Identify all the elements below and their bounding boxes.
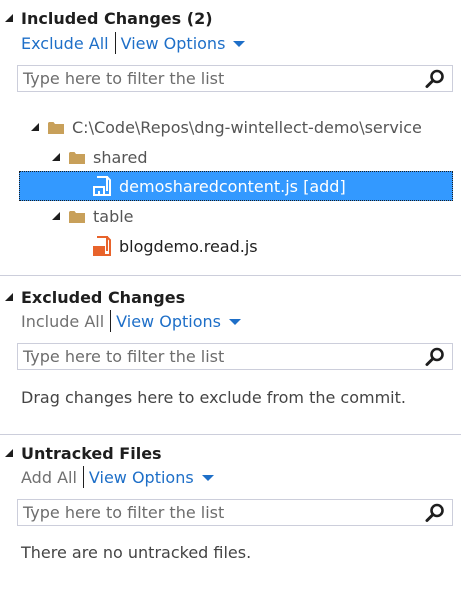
folder-icon: [69, 151, 85, 164]
chevron-down-icon: [228, 319, 241, 325]
filter-placeholder: Type here to filter the list: [23, 69, 225, 88]
view-options-label: View Options: [88, 467, 194, 487]
included-changes-title: Included Changes (2): [21, 8, 213, 28]
chevron-down-icon: [233, 41, 246, 47]
expanded-triangle-icon[interactable]: [52, 153, 60, 161]
excluded-empty-message: Drag changes here to exclude from the co…: [21, 388, 406, 407]
untracked-files-title: Untracked Files: [21, 443, 162, 463]
excluded-changes-title: Excluded Changes: [21, 287, 186, 307]
expanded-triangle-icon[interactable]: [52, 212, 60, 220]
view-options-link[interactable]: View Options: [89, 468, 214, 487]
excluded-actions: Include All View Options: [21, 309, 241, 333]
search-icon[interactable]: [424, 346, 446, 368]
javascript-file-icon: [93, 176, 111, 196]
action-separator: [82, 466, 84, 488]
expanded-triangle-icon[interactable]: [5, 293, 13, 301]
tree-file-label: blogdemo.read.js: [119, 236, 258, 256]
untracked-actions: Add All View Options: [21, 465, 214, 489]
include-all-link[interactable]: Include All: [21, 312, 104, 331]
tree-file-label: demosharedcontent.js [add]: [119, 176, 346, 196]
untracked-filter-input[interactable]: Type here to filter the list: [17, 499, 453, 526]
tree-node-folder-table[interactable]: table: [52, 201, 134, 231]
exclude-all-link[interactable]: Exclude All: [21, 34, 109, 53]
view-options-link[interactable]: View Options: [116, 312, 241, 331]
add-all-link[interactable]: Add All: [21, 468, 77, 487]
untracked-files-header[interactable]: Untracked Files: [0, 442, 162, 464]
folder-icon: [48, 121, 64, 134]
tree-file-row-selected[interactable]: demosharedcontent.js [add]: [19, 171, 453, 201]
folder-icon: [69, 210, 85, 223]
expanded-triangle-icon[interactable]: [31, 123, 39, 131]
excluded-filter-input[interactable]: Type here to filter the list: [17, 343, 453, 370]
tree-folder-label: table: [93, 206, 134, 226]
expanded-triangle-icon[interactable]: [5, 14, 13, 22]
filter-placeholder: Type here to filter the list: [23, 503, 225, 522]
chevron-down-icon: [201, 475, 214, 481]
javascript-file-icon: [93, 236, 111, 256]
view-options-link[interactable]: View Options: [121, 34, 246, 53]
action-separator: [114, 32, 116, 54]
tree-root-label: C:\Code\Repos\dng-wintellect-demo\servic…: [72, 117, 422, 137]
tree-file-row[interactable]: blogdemo.read.js: [93, 231, 258, 261]
filter-placeholder: Type here to filter the list: [23, 347, 225, 366]
search-icon[interactable]: [424, 502, 446, 524]
action-separator: [110, 310, 112, 332]
untracked-empty-message: There are no untracked files.: [21, 543, 252, 562]
section-divider: [0, 275, 461, 276]
tree-node-folder-shared[interactable]: shared: [52, 142, 148, 172]
view-options-label: View Options: [116, 311, 221, 331]
tree-node-root[interactable]: C:\Code\Repos\dng-wintellect-demo\servic…: [31, 112, 422, 142]
view-options-label: View Options: [120, 33, 226, 53]
tree-folder-label: shared: [93, 147, 148, 167]
included-changes-header[interactable]: Included Changes (2): [0, 7, 213, 29]
expanded-triangle-icon[interactable]: [5, 449, 13, 457]
section-divider: [0, 434, 461, 435]
excluded-changes-header[interactable]: Excluded Changes: [0, 286, 185, 308]
search-icon[interactable]: [424, 68, 446, 90]
included-filter-input[interactable]: Type here to filter the list: [17, 65, 453, 92]
included-actions: Exclude All View Options: [21, 31, 246, 55]
